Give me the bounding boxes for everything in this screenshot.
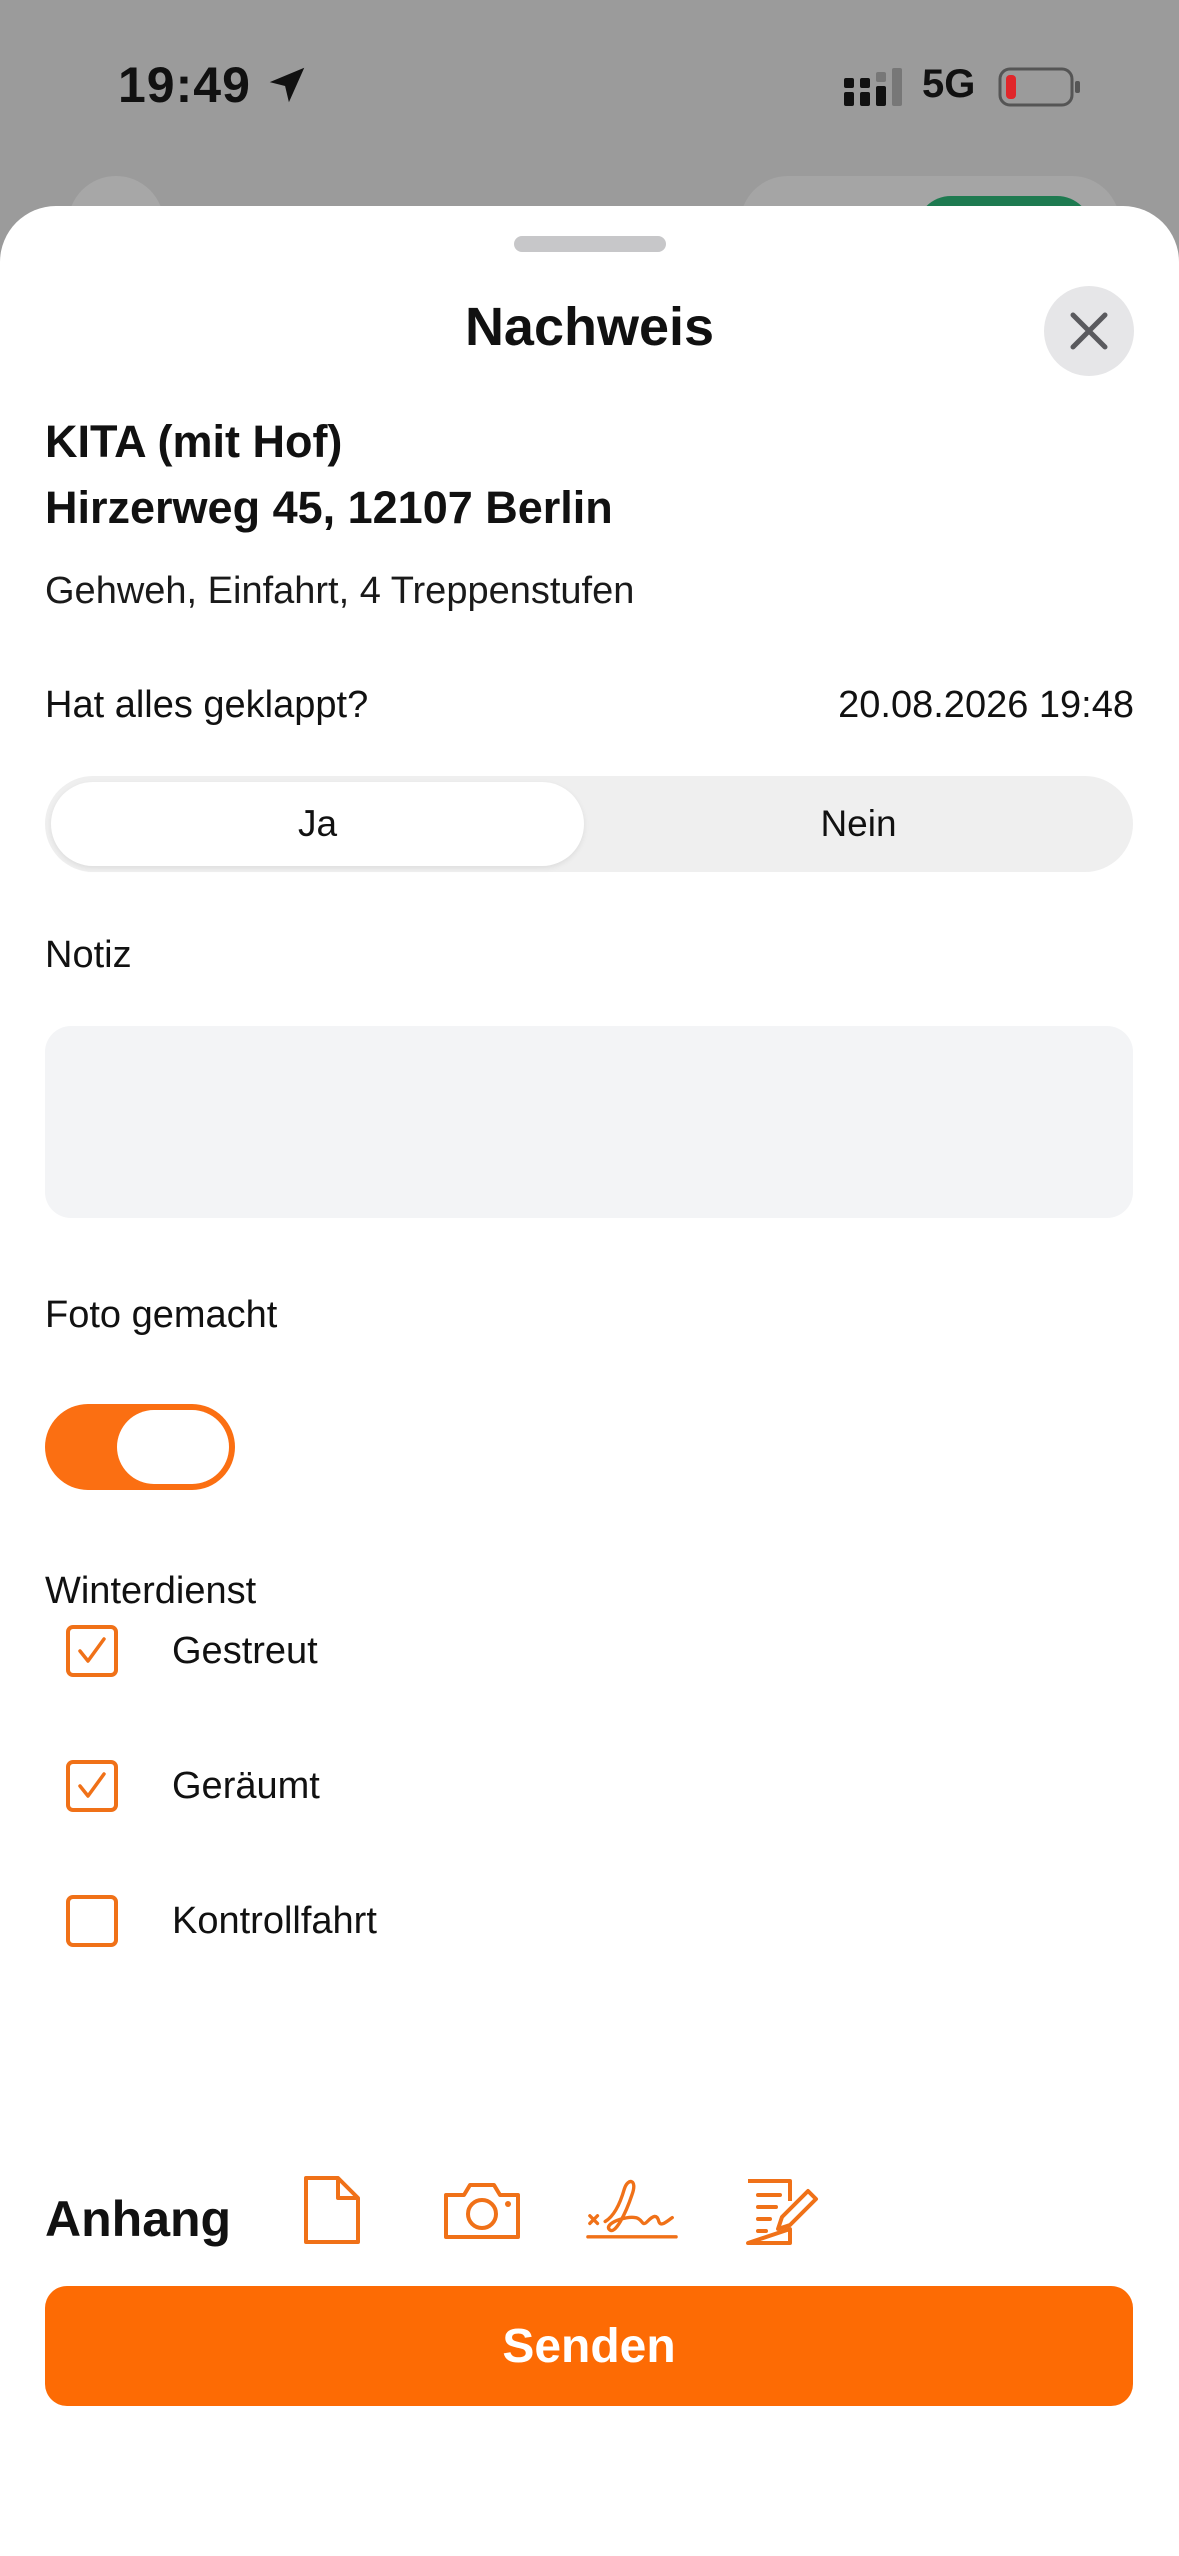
close-icon: [1070, 312, 1108, 350]
attachments-label: Anhang: [45, 2191, 232, 2247]
attach-document-button[interactable]: [286, 2164, 378, 2256]
photo-toggle[interactable]: [45, 1404, 235, 1490]
note-field[interactable]: [45, 1026, 1133, 1218]
status-segmented-control: Ja Nein: [45, 776, 1133, 872]
camera-icon: [444, 2183, 520, 2239]
checkbox-geraeumt[interactable]: [66, 1760, 118, 1812]
winterdienst-label: Winterdienst: [45, 1570, 257, 1612]
checkmark-icon: [78, 1637, 106, 1663]
document-icon: [304, 2176, 360, 2244]
checkbox-label: Kontrollfahrt: [172, 1899, 377, 1942]
checkbox-label: Gestreut: [172, 1629, 318, 1672]
battery-low-icon: [998, 67, 1080, 107]
status-time: 19:49: [118, 57, 251, 113]
segment-yes[interactable]: Ja: [51, 782, 584, 866]
checkmark-icon: [78, 1772, 106, 1798]
status-question: Hat alles geklappt?: [45, 684, 369, 726]
checkbox-kontrollfahrt[interactable]: [66, 1895, 118, 1947]
checkbox-row-kontrollfahrt[interactable]: Kontrollfahrt: [66, 1890, 377, 1952]
status-bar: 19:49 5G: [0, 0, 1179, 180]
network-type: 5G: [922, 62, 976, 106]
close-button[interactable]: [1044, 286, 1134, 376]
nachweis-sheet: Nachweis KITA (mit Hof) Hirzerweg 45, 12…: [0, 206, 1179, 2556]
signature-icon: [586, 2179, 678, 2239]
location-name: KITA (mit Hof): [45, 416, 343, 467]
location-arrow-icon: [269, 67, 305, 103]
sheet-grabber[interactable]: [514, 236, 666, 252]
checkbox-gestreut[interactable]: [66, 1625, 118, 1677]
checkbox-label: Geräumt: [172, 1764, 320, 1807]
location-details: Gehweh, Einfahrt, 4 Treppenstufen: [45, 570, 635, 612]
segment-no[interactable]: Nein: [590, 782, 1127, 866]
attach-photo-button[interactable]: [436, 2164, 528, 2256]
location-address: Hirzerweg 45, 12107 Berlin: [45, 482, 613, 533]
status-timestamp: 20.08.2026 19:48: [838, 684, 1134, 726]
photo-label: Foto gemacht: [45, 1294, 278, 1336]
cellular-signal-icon: [844, 68, 902, 106]
edit-document-icon: [746, 2179, 818, 2245]
note-label: Notiz: [45, 934, 132, 976]
attach-signature-button[interactable]: [586, 2164, 678, 2256]
send-button[interactable]: Senden: [45, 2286, 1133, 2406]
sheet-title: Nachweis: [464, 297, 715, 357]
checkbox-row-geraeumt[interactable]: Geräumt: [66, 1755, 320, 1817]
toggle-knob: [117, 1410, 229, 1484]
attach-form-button[interactable]: [736, 2164, 828, 2256]
checkbox-row-gestreut[interactable]: Gestreut: [66, 1620, 318, 1682]
